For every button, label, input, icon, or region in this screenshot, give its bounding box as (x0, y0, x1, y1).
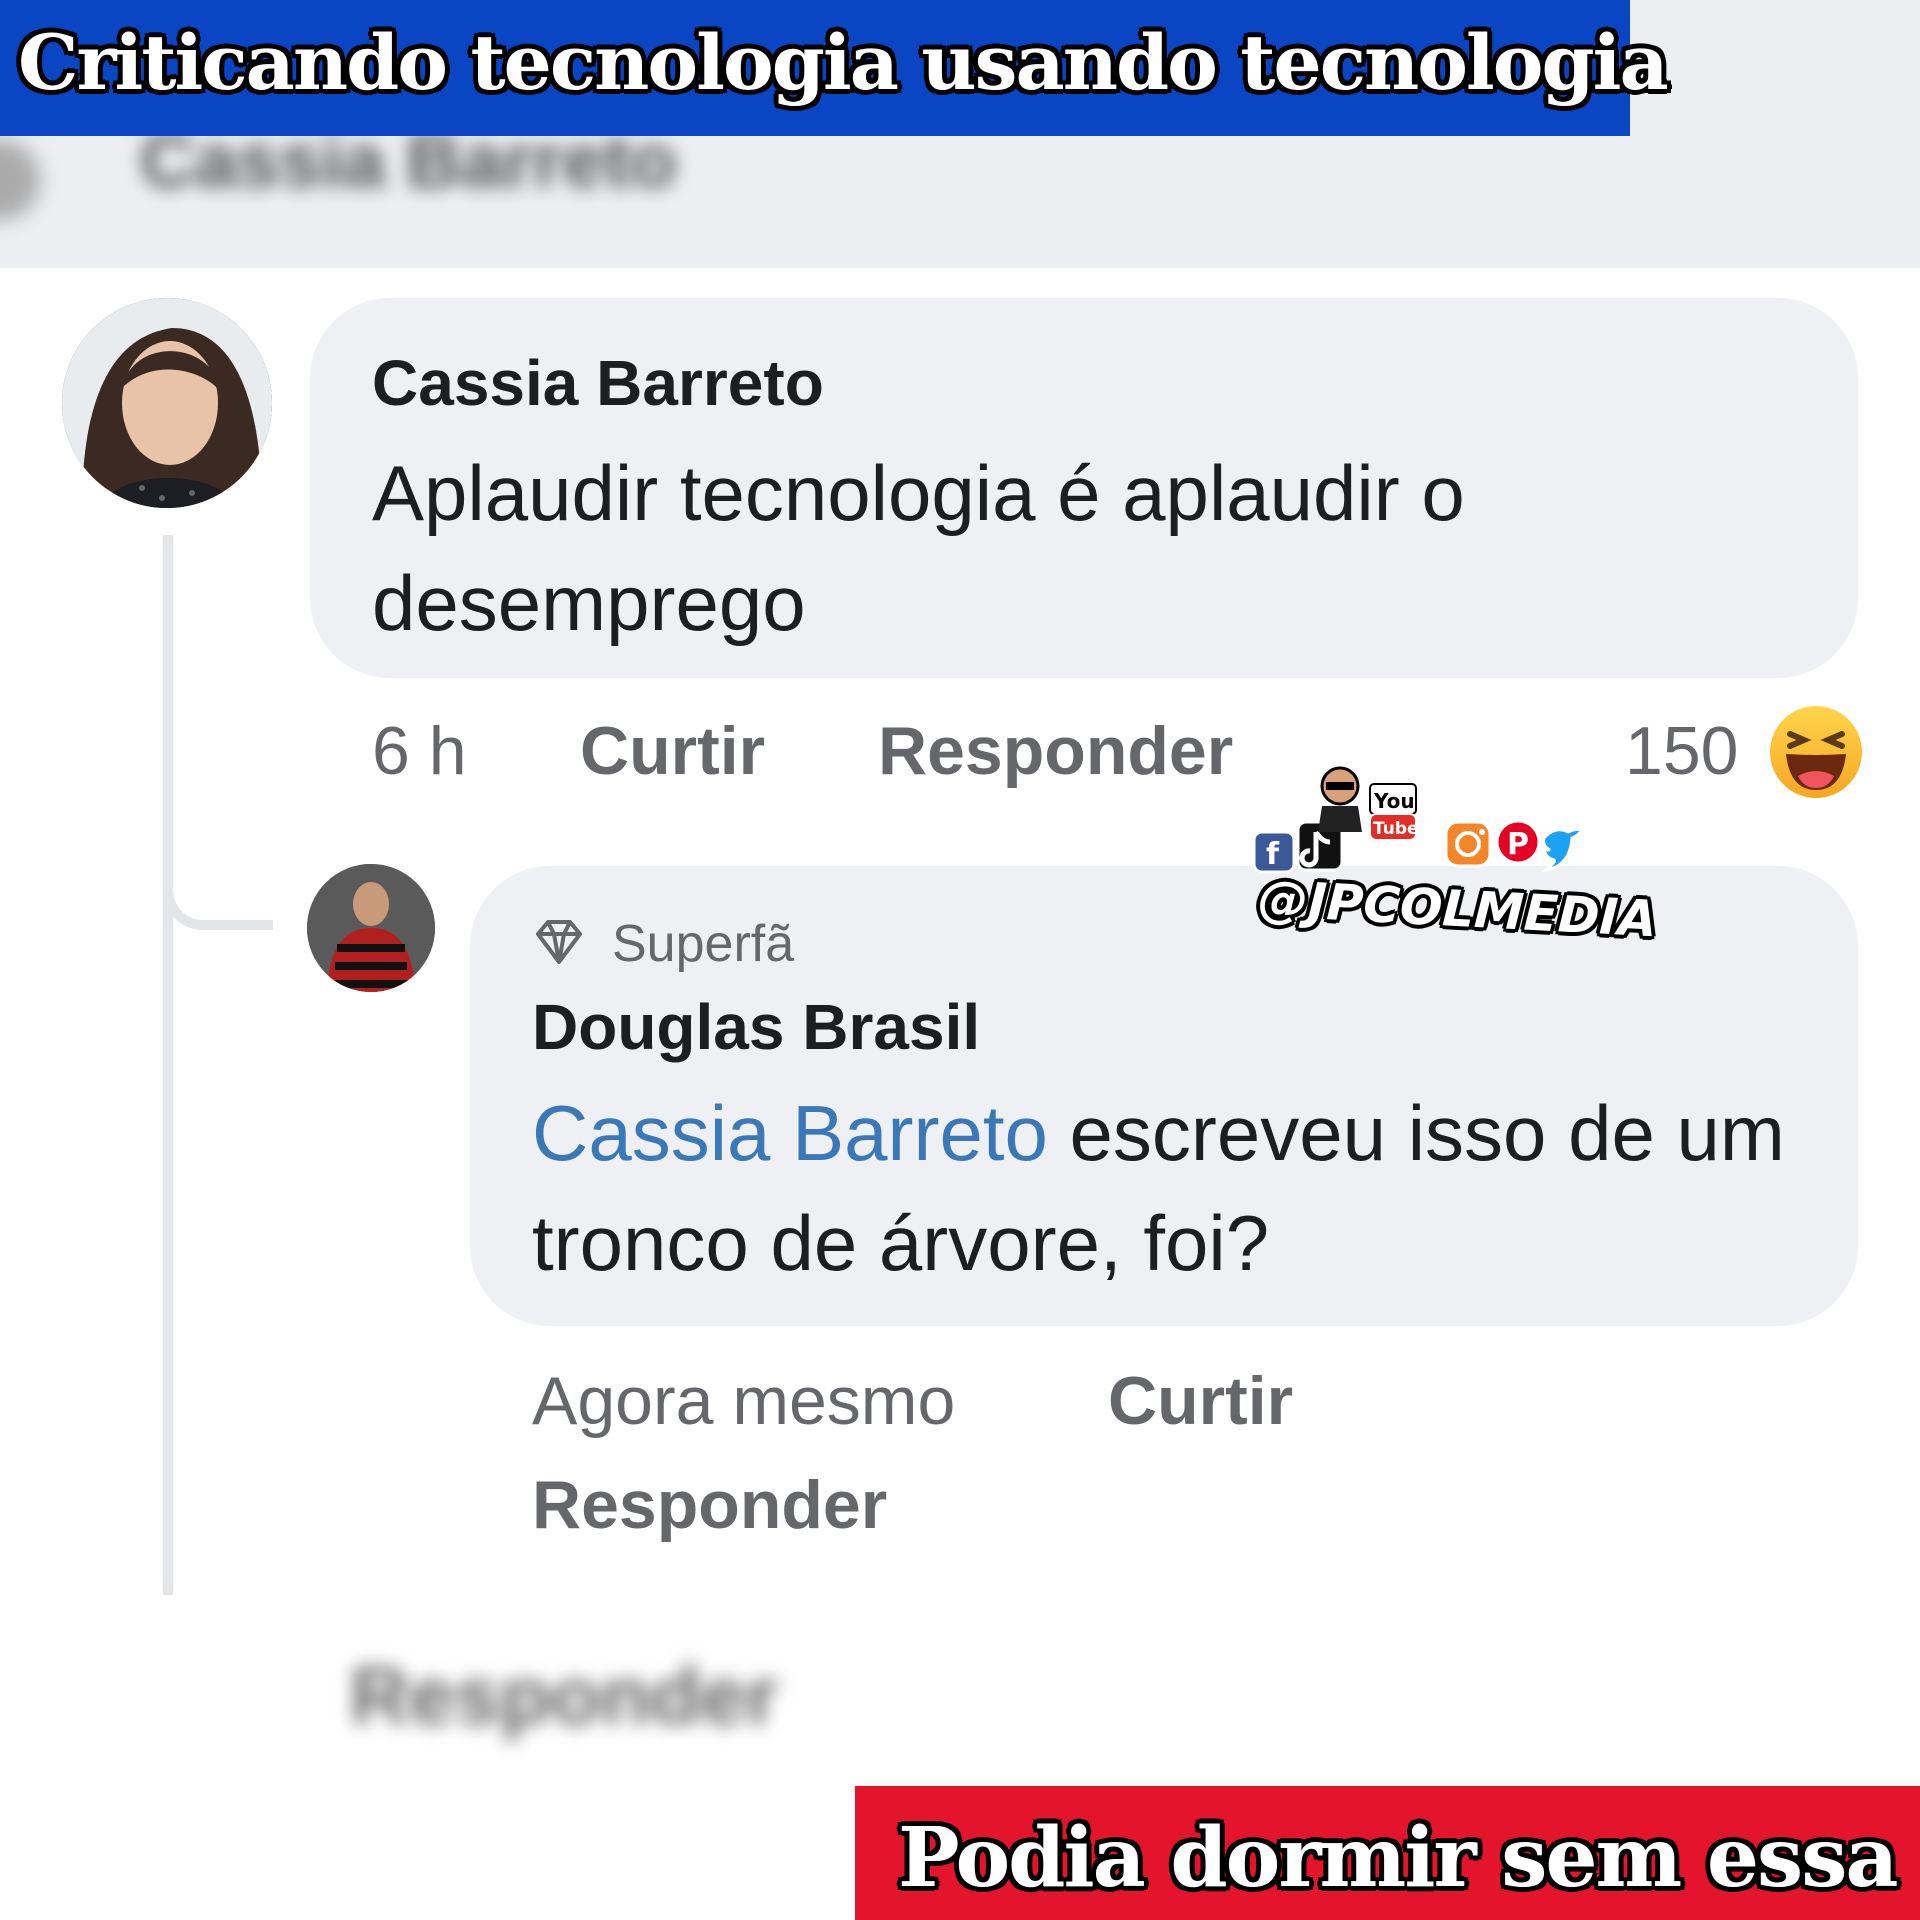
instagram-icon (1444, 820, 1492, 868)
thread-line (163, 535, 173, 1595)
svg-text:Tube: Tube (1373, 819, 1419, 839)
blurred-next-reply: Responder (350, 1651, 779, 1742)
comment-text: Aplaudir tecnologia é aplaudir o desempr… (372, 449, 1465, 647)
avatar-photo (62, 298, 272, 508)
superfan-badge: Superfã (612, 915, 795, 973)
mascot-icon (1318, 766, 1362, 832)
facebook-icon: f (1252, 830, 1296, 874)
haha-emoji-icon[interactable] (1770, 706, 1862, 798)
avatar-douglas[interactable] (307, 864, 435, 992)
reply-timestamp[interactable]: Agora mesmo (532, 1362, 955, 1440)
reaction-count[interactable]: 150 (1625, 712, 1738, 790)
youtube-icon: You Tube (1369, 783, 1419, 841)
like-button[interactable]: Curtir (580, 712, 765, 790)
top-caption-text: Criticando tecnologia usando tecnologia (18, 18, 1669, 107)
avatar-cassia[interactable] (62, 298, 272, 508)
reply-text: Cassia Barreto escreveu isso de um tronc… (532, 1078, 1832, 1298)
blurred-avatar (0, 140, 40, 220)
pinterest-icon: P (1495, 819, 1541, 865)
reply-like-button[interactable]: Curtir (1108, 1362, 1293, 1440)
thread-connector (163, 860, 273, 930)
svg-text:P: P (1507, 827, 1529, 862)
twitter-icon (1540, 827, 1585, 873)
reply-author[interactable]: Douglas Brasil (532, 990, 980, 1064)
diamond-icon (532, 918, 586, 966)
haha-face (1786, 731, 1846, 790)
mention-link[interactable]: Cassia Barreto (532, 1089, 1048, 1177)
bottom-caption-text: Podia dormir sem essa (898, 1810, 1898, 1906)
reply-reply-button[interactable]: Responder (532, 1466, 887, 1544)
avatar-photo (307, 864, 435, 992)
svg-text:You: You (1373, 789, 1415, 813)
reply-button[interactable]: Responder (878, 712, 1233, 790)
comment-author[interactable]: Cassia Barreto (372, 346, 824, 420)
svg-text:f: f (1266, 837, 1280, 872)
comment-timestamp[interactable]: 6 h (372, 712, 467, 790)
